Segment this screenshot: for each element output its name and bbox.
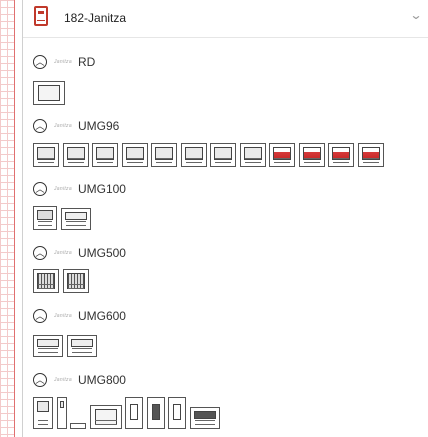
stencil-row-umg100: [33, 202, 94, 230]
section-title: RD: [77, 55, 96, 69]
device-shape-umg100[interactable]: [33, 206, 57, 230]
section-title: UMG100: [77, 182, 126, 196]
section-header-rd[interactable]: ︿ Janitza RD: [33, 52, 95, 72]
janitza-logo: Janitza: [54, 123, 72, 129]
section-header-umg100[interactable]: ︿ Janitza UMG100: [33, 179, 126, 199]
device-shape-umg96[interactable]: [121, 143, 148, 167]
device-shape-umg100[interactable]: [60, 208, 91, 230]
collapse-icon[interactable]: ︿: [33, 119, 47, 133]
section-header-umg500[interactable]: ︿ Janitza UMG500: [33, 243, 126, 263]
device-shape-umg96[interactable]: [328, 143, 354, 167]
device-shape-umg96[interactable]: [62, 143, 89, 167]
janitza-logo: Janitza: [54, 377, 72, 383]
device-library-icon: [34, 6, 48, 26]
device-shape-umg800[interactable]: [70, 423, 86, 429]
stencil-row-umg800: [33, 395, 223, 429]
device-shape-umg600[interactable]: [66, 335, 97, 357]
canvas-edge[interactable]: [0, 0, 15, 437]
collapse-icon[interactable]: ︿: [33, 309, 47, 323]
device-shape-umg96[interactable]: [151, 143, 177, 167]
stencil-row-umg600: [33, 329, 100, 357]
janitza-logo: Janitza: [54, 59, 72, 65]
device-shape-umg96[interactable]: [180, 143, 207, 167]
device-shape-umg600[interactable]: [33, 335, 63, 357]
section-title: UMG800: [77, 373, 126, 387]
section-title: UMG500: [77, 246, 126, 260]
janitza-logo: Janitza: [54, 250, 72, 256]
collapse-icon[interactable]: ︿: [33, 55, 47, 69]
collapse-icon[interactable]: ︿: [33, 373, 47, 387]
section-header-umg800[interactable]: ︿ Janitza UMG800: [33, 370, 126, 390]
device-shape-umg800[interactable]: [89, 405, 122, 429]
device-shape-umg800[interactable]: [168, 397, 186, 429]
device-shape-umg500[interactable]: [62, 269, 89, 293]
device-shape-umg800[interactable]: [56, 397, 67, 429]
device-shape-umg96[interactable]: [357, 143, 384, 167]
stencil-row-umg96: [33, 139, 387, 167]
section-title: UMG600: [77, 309, 126, 323]
device-shape-umg500[interactable]: [33, 269, 59, 293]
device-shape-umg96[interactable]: [210, 143, 236, 167]
device-shape-umg800[interactable]: [189, 407, 220, 429]
device-shape-umg96[interactable]: [92, 143, 118, 167]
device-shape-umg800[interactable]: [33, 397, 53, 429]
library-title: 182-Janitza: [64, 11, 127, 25]
stencil-row-rd: [33, 77, 69, 105]
collapse-icon[interactable]: ︿: [33, 182, 47, 196]
device-shape-umg96[interactable]: [269, 143, 295, 167]
section-title: UMG96: [77, 119, 120, 133]
device-shape-umg96[interactable]: [33, 143, 59, 167]
chevron-down-icon[interactable]: ⌄: [409, 8, 422, 22]
section-header-umg96[interactable]: ︿ Janitza UMG96: [33, 116, 119, 136]
device-shape-umg96[interactable]: [298, 143, 325, 167]
stencil-panel: 182-Janitza ⌄ ︿ Janitza RD ︿ Janitza UMG…: [22, 0, 428, 437]
collapse-icon[interactable]: ︿: [33, 246, 47, 260]
device-shape-umg800[interactable]: [125, 397, 143, 429]
janitza-logo: Janitza: [54, 186, 72, 192]
stencil-row-umg500: [33, 265, 92, 293]
device-shape-umg96[interactable]: [239, 143, 266, 167]
device-shape-umg800[interactable]: [146, 397, 165, 429]
janitza-logo: Janitza: [54, 313, 72, 319]
device-shape-rd[interactable]: [33, 81, 65, 105]
library-header[interactable]: 182-Janitza ⌄: [23, 0, 428, 38]
section-header-umg600[interactable]: ︿ Janitza UMG600: [33, 306, 126, 326]
